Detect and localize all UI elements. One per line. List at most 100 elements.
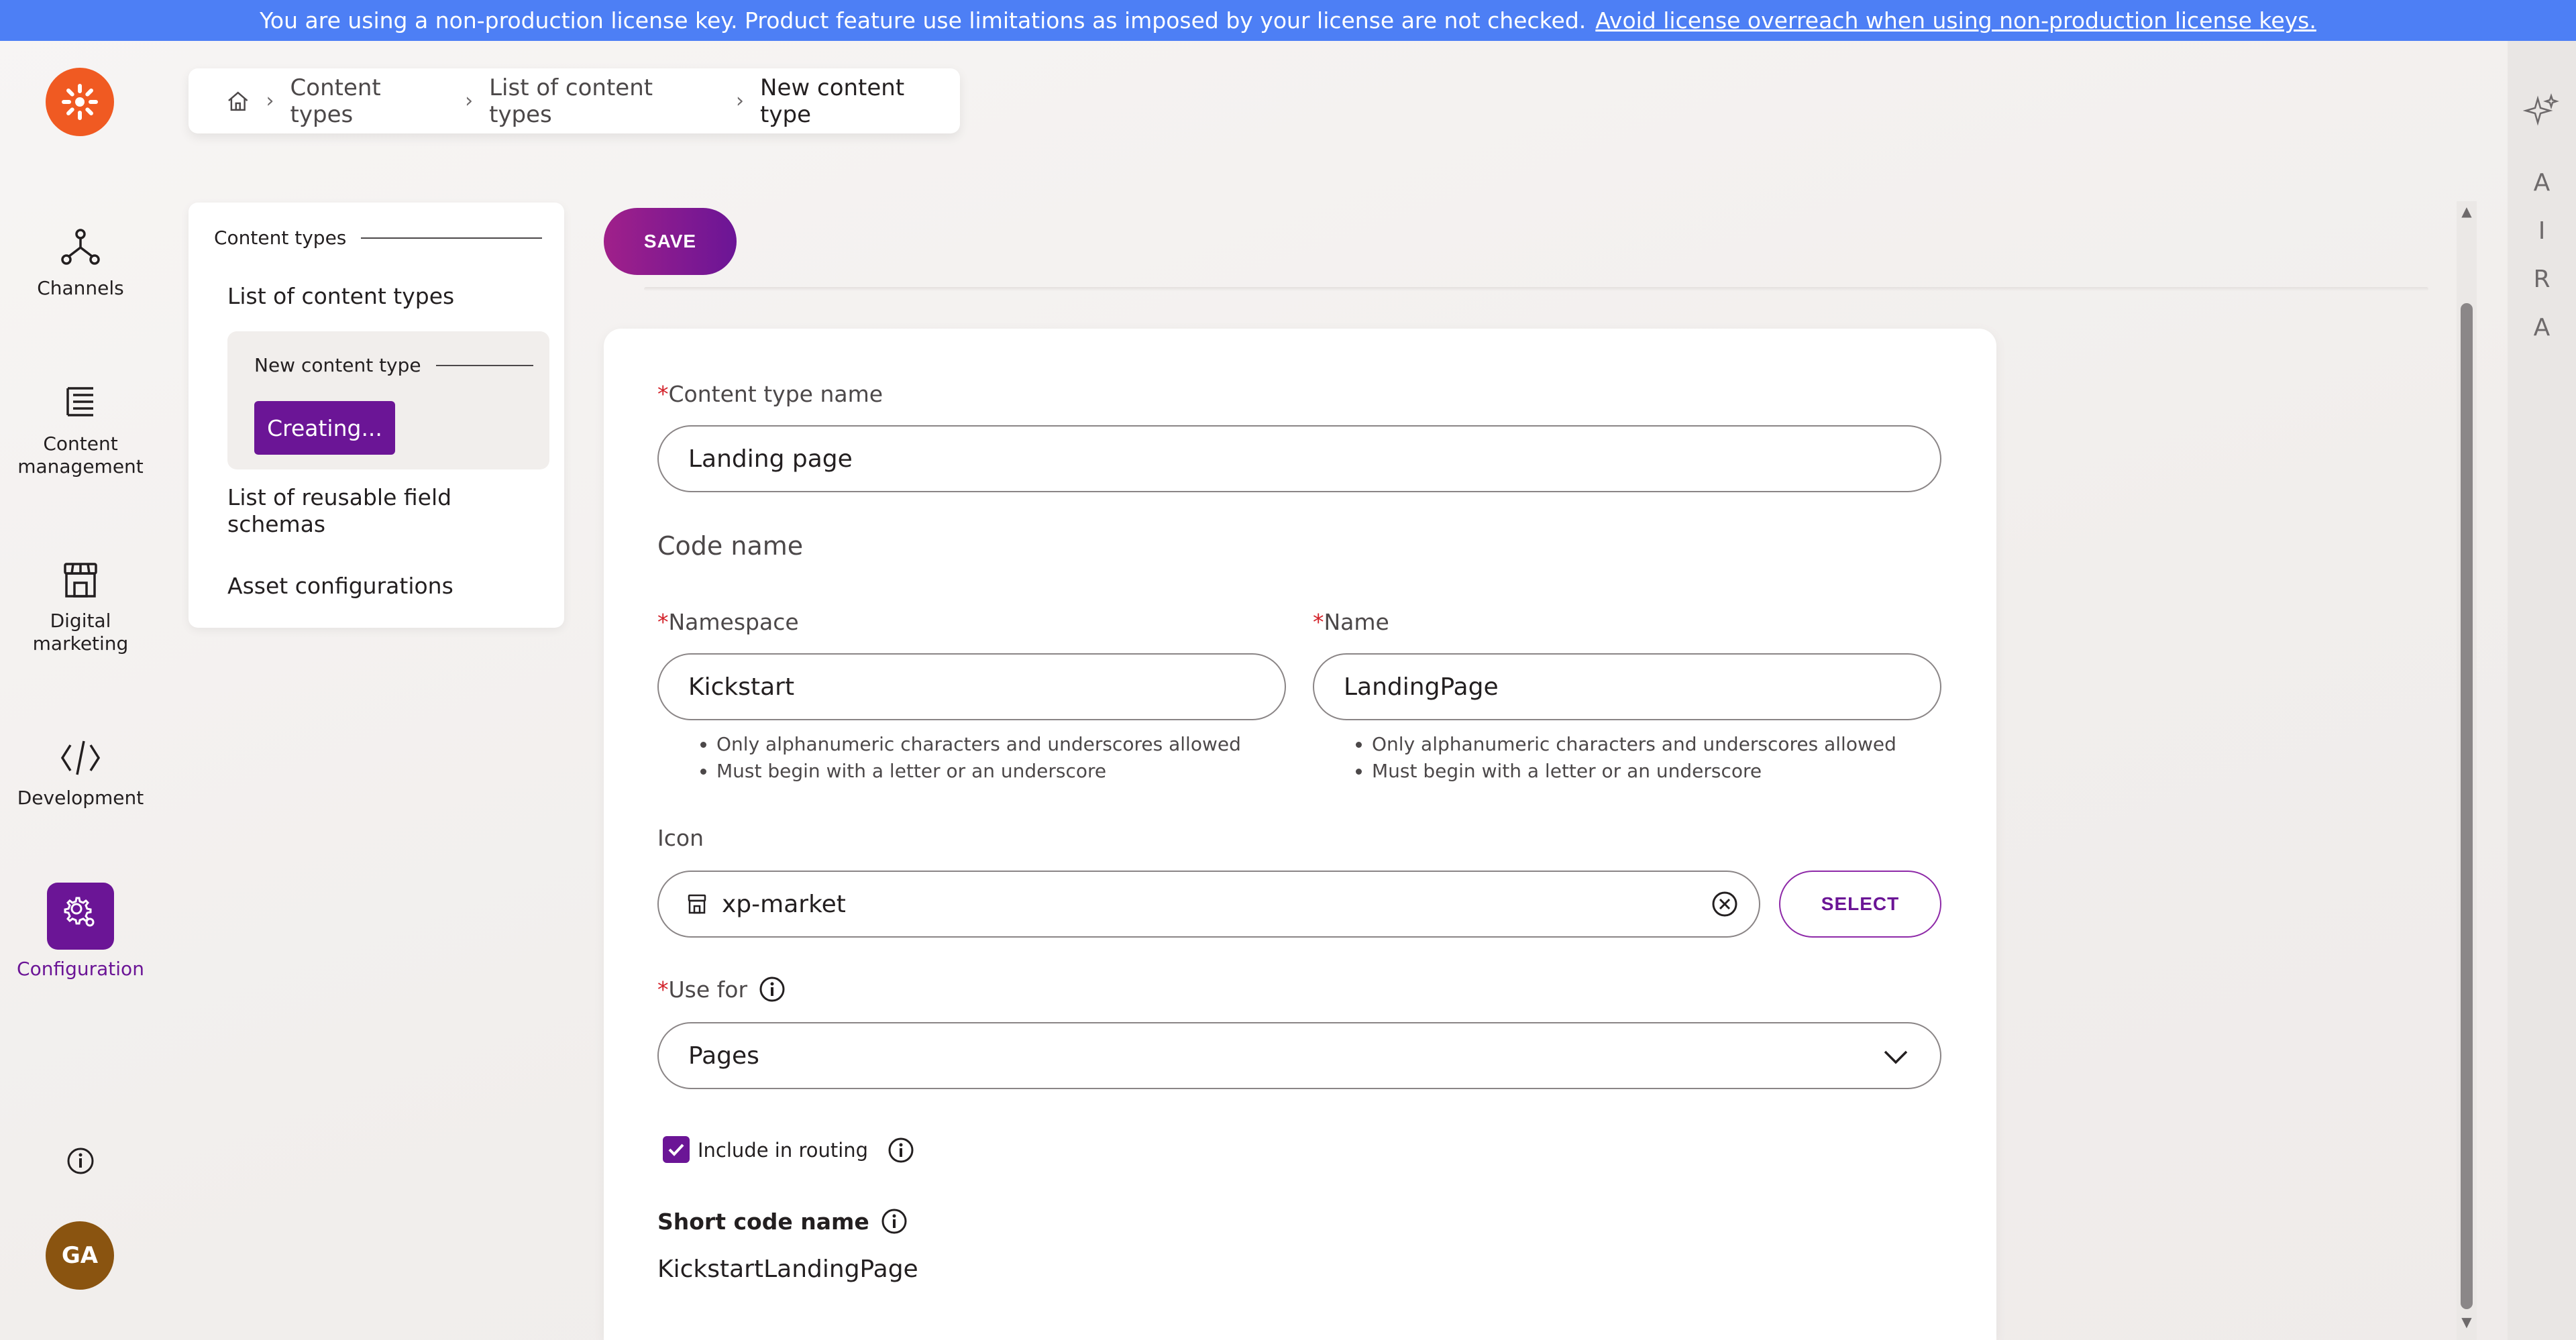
code-name-section-title: Code name: [657, 531, 804, 561]
user-avatar[interactable]: GA: [46, 1221, 114, 1290]
logo-icon: [62, 84, 98, 120]
nav-item-configuration[interactable]: Configuration: [0, 883, 161, 981]
nav-item-label: Configuration: [17, 958, 144, 980]
use-for-value: Pages: [688, 1042, 759, 1070]
breadcrumb-item-content-types[interactable]: Content types: [290, 74, 449, 128]
short-code-name-label: Short code name: [657, 1207, 908, 1235]
short-code-name-value: KickstartLandingPage: [657, 1255, 918, 1283]
aira-letter: R: [2533, 266, 2551, 293]
name-label-text: Name: [1324, 609, 1389, 635]
nav-item-content-management[interactable]: Content management: [0, 382, 161, 478]
aira-letter: A: [2533, 314, 2551, 341]
sparkles-icon[interactable]: [2523, 92, 2561, 129]
breadcrumb: › Content types › List of content types …: [189, 68, 960, 133]
scrollbar-thumb[interactable]: [2461, 303, 2473, 1309]
chevron-right-icon: ›: [736, 89, 745, 113]
subnav-item-reusable-field-schemas[interactable]: List of reusable field schemas: [227, 484, 496, 538]
divider: [361, 237, 543, 239]
subnav-group-new-content-type: New content type Creating...: [227, 331, 549, 469]
aira-letter: I: [2538, 217, 2546, 245]
hint-item: Must begin with a letter or an underscor…: [716, 758, 1241, 785]
nav-item-label: Development: [17, 787, 144, 809]
hint-item: Only alphanumeric characters and undersc…: [716, 731, 1241, 758]
required-mark: *: [657, 609, 669, 635]
use-for-label-text: Use for: [668, 976, 748, 1003]
name-input[interactable]: LandingPage: [1313, 653, 1941, 720]
namespace-label: *Namespace: [657, 609, 799, 635]
chevron-down-icon: [1884, 1050, 1908, 1064]
namespace-hints: Only alphanumeric characters and undersc…: [698, 731, 1241, 785]
check-icon: [668, 1143, 684, 1156]
scroll-down-arrow-icon[interactable]: ▼: [2459, 1315, 2474, 1329]
aira-label: A I R A: [2508, 159, 2576, 352]
subnav-item-list-of-content-types[interactable]: List of content types: [227, 283, 454, 310]
name-hints: Only alphanumeric characters and undersc…: [1353, 731, 1896, 785]
required-mark: *: [1313, 609, 1324, 635]
nav-item-channels[interactable]: Channels: [0, 226, 161, 300]
include-in-routing-label: Include in routing: [698, 1136, 915, 1164]
icon-label: Icon: [657, 825, 704, 851]
license-banner: You are using a non-production license k…: [0, 0, 2576, 41]
nav-item-digital-marketing[interactable]: Digital marketing: [0, 559, 161, 655]
content-type-name-label: *Content type name: [657, 381, 883, 407]
breadcrumb-item-list[interactable]: List of content types: [489, 74, 720, 128]
hint-item: Only alphanumeric characters and undersc…: [1372, 731, 1896, 758]
include-in-routing-label-text: Include in routing: [698, 1139, 869, 1162]
name-label: *Name: [1313, 609, 1389, 635]
subnav-group-heading-label: New content type: [254, 354, 421, 376]
required-mark: *: [657, 381, 669, 407]
content-type-name-value: Landing page: [688, 445, 853, 473]
content-types-subnav: Content types List of content types New …: [189, 203, 564, 628]
subnav-heading-label: Content types: [214, 227, 347, 249]
namespace-label-text: Namespace: [668, 609, 799, 635]
use-for-label: * Use for: [657, 975, 786, 1003]
required-mark: *: [657, 976, 669, 1003]
divider: [435, 364, 533, 366]
left-navigation: Channels Content management Digital mark…: [0, 41, 161, 1340]
subnav-group-heading: New content type: [254, 354, 533, 376]
scroll-up-arrow-icon[interactable]: ▲: [2459, 204, 2474, 219]
digital-marketing-icon: [64, 563, 97, 598]
info-icon[interactable]: [758, 975, 786, 1003]
short-code-name-label-text: Short code name: [657, 1208, 869, 1235]
license-banner-text: You are using a non-production license k…: [260, 7, 1587, 34]
hint-item: Must begin with a letter or an underscor…: [1372, 758, 1896, 785]
namespace-value: Kickstart: [688, 673, 795, 701]
subnav-item-creating[interactable]: Creating...: [254, 401, 395, 455]
license-banner-link[interactable]: Avoid license overreach when using non-p…: [1595, 7, 2316, 34]
icon-input[interactable]: xp-market: [657, 871, 1760, 938]
breadcrumb-item-current: New content type: [760, 74, 905, 128]
kentico-logo[interactable]: [46, 68, 114, 136]
aira-letter: A: [2533, 169, 2551, 197]
code-icon: [60, 740, 101, 775]
save-button[interactable]: SAVE: [604, 208, 737, 275]
info-icon[interactable]: [66, 1146, 95, 1176]
namespace-input[interactable]: Kickstart: [657, 653, 1286, 720]
market-icon: [688, 894, 706, 914]
subnav-heading: Content types: [214, 227, 543, 249]
home-icon[interactable]: [226, 89, 250, 113]
subnav-item-asset-configurations[interactable]: Asset configurations: [227, 573, 453, 600]
clear-icon[interactable]: [1711, 890, 1739, 918]
info-icon[interactable]: [880, 1207, 908, 1235]
icon-value: xp-market: [722, 890, 846, 918]
nav-item-label: Digital marketing: [32, 610, 129, 655]
nav-item-label: Channels: [37, 277, 124, 299]
select-icon-button[interactable]: SELECT: [1779, 871, 1941, 938]
content-type-name-input[interactable]: Landing page: [657, 425, 1941, 492]
channels-icon: [61, 229, 100, 265]
toolbar-divider: [644, 287, 2428, 291]
info-icon[interactable]: [887, 1136, 915, 1164]
use-for-select[interactable]: Pages: [657, 1022, 1941, 1089]
include-in-routing-checkbox[interactable]: [663, 1136, 690, 1163]
configuration-icon-box: [47, 883, 114, 950]
nav-item-label: Content management: [17, 433, 144, 478]
gear-icon: [64, 897, 95, 927]
nav-item-development[interactable]: Development: [0, 736, 161, 809]
chevron-right-icon: ›: [465, 89, 474, 113]
chevron-right-icon: ›: [266, 89, 274, 113]
name-value: LandingPage: [1344, 673, 1499, 701]
content-type-name-label-text: Content type name: [668, 381, 883, 407]
content-management-icon: [66, 387, 93, 416]
aira-panel[interactable]: A I R A: [2508, 41, 2576, 1340]
